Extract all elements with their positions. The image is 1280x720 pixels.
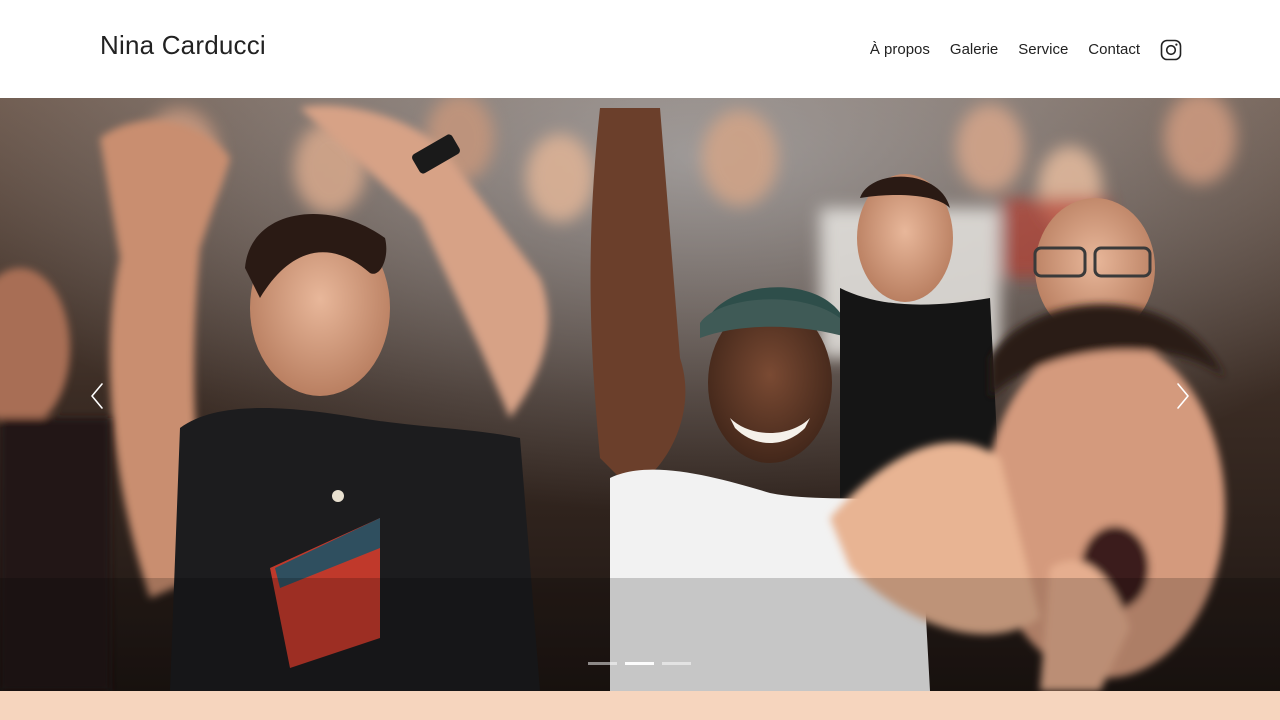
hero-carousel — [0, 98, 1280, 691]
page: Nina Carducci À propos Galerie Service C… — [0, 0, 1280, 720]
nav-item-service[interactable]: Service — [1018, 36, 1068, 64]
instagram-icon[interactable] — [1160, 39, 1182, 61]
site-header: Nina Carducci À propos Galerie Service C… — [0, 0, 1280, 98]
carousel-next-button[interactable] — [1168, 378, 1198, 414]
brand-logo[interactable]: Nina Carducci — [100, 30, 266, 61]
nav-item-contact[interactable]: Contact — [1088, 36, 1140, 64]
main-nav: À propos Galerie Service Contact — [870, 36, 1182, 64]
nav-item-a-propos[interactable]: À propos — [870, 36, 930, 64]
chevron-left-icon — [91, 383, 103, 409]
next-section-band — [0, 691, 1280, 720]
chevron-right-icon — [1177, 383, 1189, 409]
carousel-indicators — [588, 662, 691, 665]
nav-item-galerie[interactable]: Galerie — [950, 36, 998, 64]
carousel-indicator-3[interactable] — [662, 662, 691, 665]
carousel-indicator-2[interactable] — [625, 662, 654, 665]
instagram-icon-svg — [1160, 39, 1182, 61]
carousel-slide-image — [0, 98, 1280, 691]
carousel-indicator-1[interactable] — [588, 662, 617, 665]
carousel-prev-button[interactable] — [82, 378, 112, 414]
